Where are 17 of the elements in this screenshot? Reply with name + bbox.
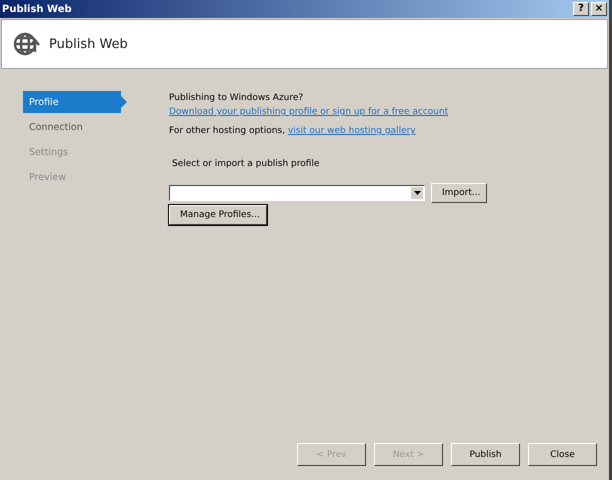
azure-heading: Publishing to Windows Azure? (169, 93, 304, 103)
globe-upload-icon (13, 31, 41, 57)
footer-button[interactable]: Close (528, 443, 597, 466)
footer-button[interactable]: Publish (451, 443, 520, 466)
profile-label: Select or import a publish profile (172, 159, 320, 169)
import-button[interactable]: Import... (431, 183, 487, 203)
sidebar-item[interactable]: Connection (23, 116, 135, 138)
help-button[interactable]: ? (573, 2, 589, 16)
dropdown-arrow-icon (414, 191, 420, 195)
hosting-text: For other hosting options, (169, 126, 285, 136)
close-button[interactable]: × (591, 2, 607, 16)
profile-dropdown[interactable] (169, 185, 425, 201)
header-title: Publish Web (49, 36, 128, 52)
download-profile-link[interactable]: Download your publishing profile or sign up for a free account (169, 107, 487, 117)
manage-profiles-button[interactable]: Manage Profiles... (169, 205, 267, 225)
hosting-gallery-link[interactable]: visit our web hosting gallery (288, 126, 416, 136)
window-title: Publish Web (2, 4, 72, 14)
